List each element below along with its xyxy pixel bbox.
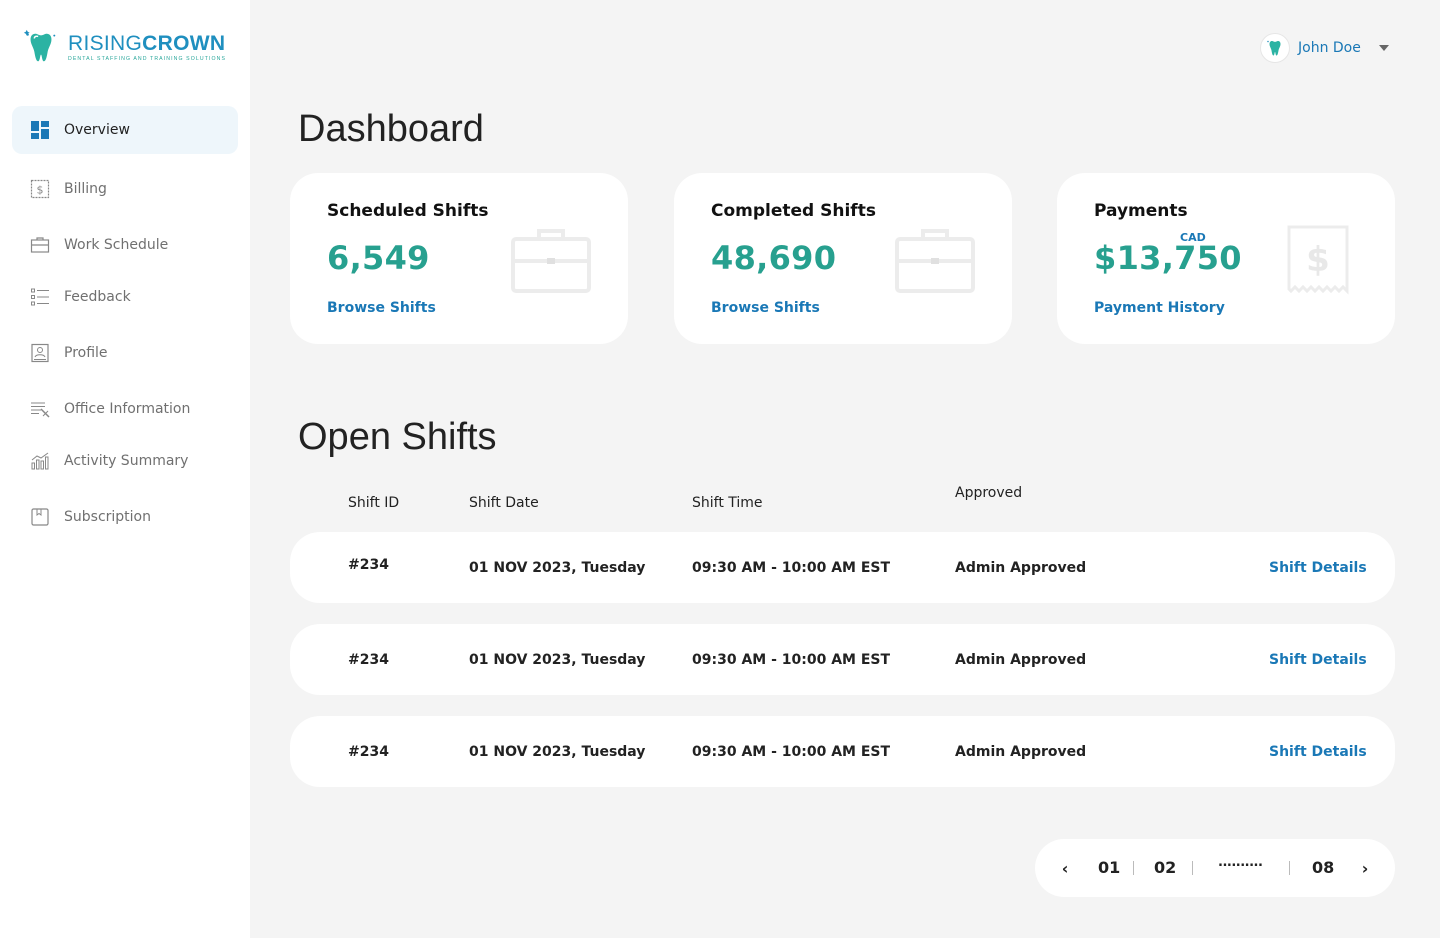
sidebar: RISINGCROWN DENTAL STAFFING AND TRAINING… — [0, 0, 250, 938]
page-2-button[interactable]: 02 — [1154, 858, 1176, 877]
browse-shifts-link[interactable]: Browse Shifts — [711, 300, 820, 316]
shift-date: 01 NOV 2023, Tuesday — [469, 744, 646, 760]
shift-time: 09:30 AM - 10:00 AM EST — [692, 744, 891, 760]
sidebar-item-label: Office Information — [64, 401, 191, 417]
section-title-open-shifts: Open Shifts — [298, 416, 497, 458]
checklist-icon — [30, 287, 50, 307]
column-header-shift-id: Shift ID — [348, 495, 400, 511]
avatar — [1260, 33, 1290, 63]
card-title: Payments — [1094, 201, 1188, 221]
card-title: Completed Shifts — [711, 201, 876, 221]
approval-status: Admin Approved — [955, 652, 1087, 668]
sidebar-item-label: Overview — [64, 122, 130, 138]
sidebar-item-label: Activity Summary — [64, 453, 189, 469]
sidebar-item-feedback[interactable]: Feedback — [12, 273, 238, 321]
page-ellipsis: .......... — [1218, 855, 1263, 870]
briefcase-icon — [30, 235, 50, 255]
table-row: #234 01 NOV 2023, Tuesday 09:30 AM - 10:… — [290, 532, 1395, 603]
brand-name-crown: CROWN — [142, 31, 226, 55]
shift-details-link[interactable]: Shift Details — [1269, 744, 1367, 760]
prev-page-button[interactable]: ‹ — [1052, 855, 1078, 881]
chart-icon — [30, 451, 50, 471]
approval-status: Admin Approved — [955, 744, 1087, 760]
table-row: #234 01 NOV 2023, Tuesday 09:30 AM - 10:… — [290, 624, 1395, 695]
column-header-approved: Approved — [955, 485, 1023, 501]
brand-tagline: DENTAL STAFFING AND TRAINING SOLUTIONS — [68, 55, 227, 62]
tooth-avatar-icon — [1267, 40, 1281, 56]
shift-id: #234 — [348, 652, 389, 668]
page-8-button[interactable]: 08 — [1312, 858, 1334, 877]
next-page-button[interactable]: › — [1352, 855, 1378, 881]
sidebar-item-office-information[interactable]: Office Information — [12, 385, 238, 433]
shift-time: 09:30 AM - 10:00 AM EST — [692, 560, 891, 576]
page-title: Dashboard — [298, 108, 484, 150]
table-row: #234 01 NOV 2023, Tuesday 09:30 AM - 10:… — [290, 716, 1395, 787]
stat-card-completed-shifts: Completed Shifts 48,690 Browse Shifts — [674, 173, 1012, 344]
stat-card-scheduled-shifts: Scheduled Shifts 6,549 Browse Shifts — [290, 173, 628, 344]
user-name: John Doe — [1298, 40, 1361, 56]
chevron-down-icon — [1378, 45, 1389, 51]
payment-history-link[interactable]: Payment History — [1094, 300, 1225, 316]
approval-status: Admin Approved — [955, 560, 1087, 576]
card-value: 48,690 — [711, 239, 837, 277]
receipt-dollar-icon: $ — [1287, 225, 1349, 295]
sidebar-item-label: Billing — [64, 181, 107, 197]
sidebar-item-work-schedule[interactable]: Work Schedule — [12, 221, 238, 269]
page-divider — [1133, 861, 1134, 875]
shift-details-link[interactable]: Shift Details — [1269, 652, 1367, 668]
page-1-button[interactable]: 01 — [1098, 858, 1120, 877]
svg-text:$: $ — [1306, 240, 1330, 280]
column-header-shift-time: Shift Time — [692, 495, 763, 511]
card-value: 6,549 — [327, 239, 430, 277]
shift-details-link[interactable]: Shift Details — [1269, 560, 1367, 576]
shift-date: 01 NOV 2023, Tuesday — [469, 652, 646, 668]
sidebar-item-label: Profile — [64, 345, 108, 361]
brand-name-rising: RISING — [68, 31, 143, 55]
subscription-icon — [30, 507, 50, 527]
pagination: ‹ 01 02 .......... 08 › — [1035, 839, 1395, 897]
browse-shifts-link[interactable]: Browse Shifts — [327, 300, 436, 316]
sidebar-item-label: Subscription — [64, 509, 151, 525]
sidebar-item-label: Feedback — [64, 289, 131, 305]
sidebar-item-activity-summary[interactable]: Activity Summary — [12, 437, 238, 485]
card-title: Scheduled Shifts — [327, 201, 489, 221]
column-header-shift-date: Shift Date — [469, 495, 539, 511]
shift-id: #234 — [348, 557, 389, 573]
profile-icon — [30, 343, 50, 363]
card-value: $13,750 — [1094, 239, 1242, 277]
office-info-icon — [30, 399, 50, 419]
dashboard-icon — [30, 120, 50, 140]
shift-time: 09:30 AM - 10:00 AM EST — [692, 652, 891, 668]
currency-label: CAD — [1180, 231, 1206, 244]
sidebar-item-subscription[interactable]: Subscription — [12, 493, 238, 541]
sidebar-item-label: Work Schedule — [64, 237, 169, 253]
sidebar-item-billing[interactable]: $ Billing — [12, 165, 238, 213]
briefcase-icon — [895, 229, 975, 293]
tooth-logo-icon — [23, 29, 56, 62]
page-divider — [1192, 861, 1193, 875]
page-divider — [1289, 861, 1290, 875]
brand-logo[interactable]: RISINGCROWN DENTAL STAFFING AND TRAINING… — [22, 28, 226, 66]
sidebar-item-profile[interactable]: Profile — [12, 329, 238, 377]
briefcase-icon — [511, 229, 591, 293]
svg-text:$: $ — [37, 184, 44, 197]
stat-card-payments: Payments $13,750 CAD Payment History $ — [1057, 173, 1395, 344]
sidebar-item-overview[interactable]: Overview — [12, 106, 238, 154]
shift-date: 01 NOV 2023, Tuesday — [469, 560, 646, 576]
dollar-icon: $ — [30, 179, 50, 199]
shift-id: #234 — [348, 744, 389, 760]
user-menu[interactable]: John Doe — [1260, 33, 1389, 63]
